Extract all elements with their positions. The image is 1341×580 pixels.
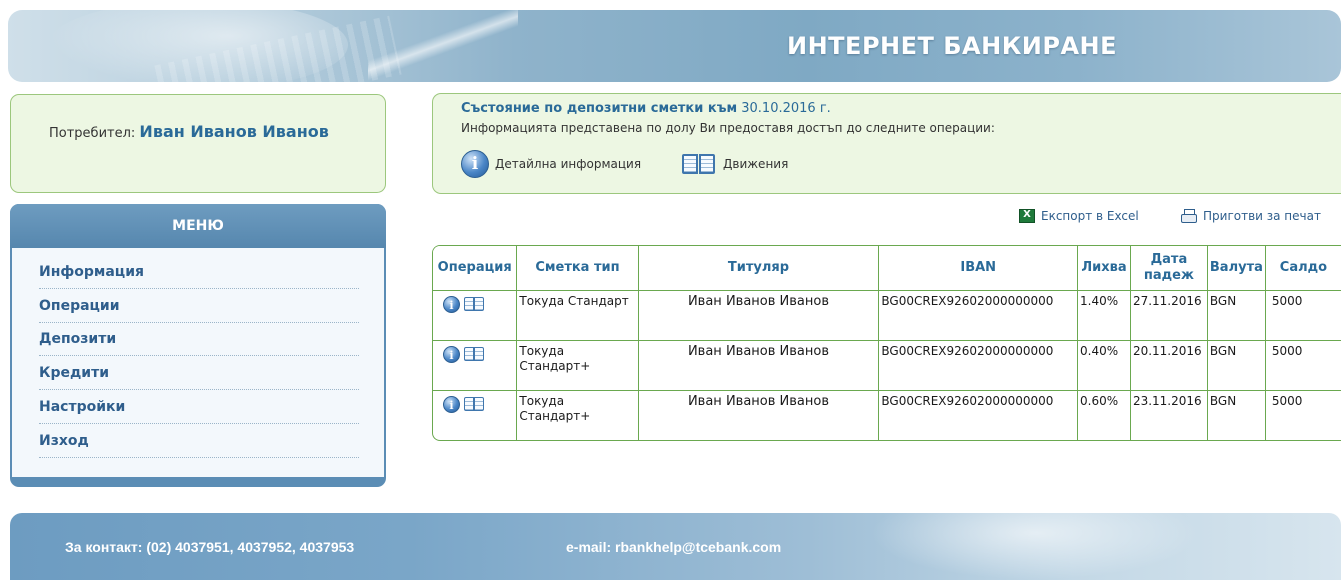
- col-header-interest: Лихва: [1077, 246, 1131, 291]
- banner-stripe-decoration: [368, 10, 518, 82]
- col-header-due-date: Дата падеж: [1130, 246, 1208, 291]
- excel-icon: [1019, 209, 1035, 223]
- iban-cell: BG00CREX92602000000000: [878, 290, 1079, 341]
- footer-contact: За контакт: (02) 4037951, 4037952, 40379…: [65, 539, 355, 555]
- balance-cell: 5000: [1265, 340, 1341, 391]
- book-icon[interactable]: [463, 296, 485, 312]
- col-header-currency: Валута: [1207, 246, 1266, 291]
- print-link[interactable]: Приготви за печат: [1181, 209, 1321, 223]
- holder-cell: Иван Иванов Иванов: [638, 390, 880, 440]
- user-panel: Потребител: Иван Иванов Иванов: [10, 94, 386, 193]
- due-date-cell: 27.11.2016: [1130, 290, 1208, 341]
- iban-cell: BG00CREX92602000000000: [878, 340, 1079, 391]
- table-row: Токуда Стандарт Иван Иванов Иванов BG00C…: [433, 290, 1341, 341]
- header-banner: ИНТЕРНЕТ БАНКИРАНЕ: [8, 10, 1341, 82]
- col-header-iban: IBAN: [878, 246, 1079, 291]
- movements-link[interactable]: Движения: [681, 148, 788, 180]
- deposit-status-date: 30.10.2016 г.: [741, 101, 831, 116]
- deposit-status-heading: Състояние по депозитни сметки към 30.10.…: [461, 101, 831, 116]
- table-row: Токуда Стандарт+ Иван Иванов Иванов BG00…: [433, 390, 1341, 440]
- book-icon[interactable]: [463, 396, 485, 412]
- deposit-status-prefix: Състояние по депозитни сметки към: [461, 101, 738, 116]
- export-excel-label: Експорт в Excel: [1041, 209, 1139, 223]
- menu-title: МЕНЮ: [10, 204, 386, 248]
- due-date-cell: 20.11.2016: [1130, 340, 1208, 391]
- sidebar-menu: МЕНЮ Информация Операции Депозити Кредит…: [10, 204, 386, 487]
- info-icon[interactable]: [443, 345, 460, 363]
- account-type-cell: Токуда Стандарт+: [516, 340, 639, 391]
- col-header-holder: Титуляр: [638, 246, 880, 291]
- page-title: ИНТЕРНЕТ БАНКИРАНЕ: [787, 32, 1118, 60]
- printer-icon: [1181, 209, 1197, 223]
- row-operations: [433, 340, 518, 391]
- table-header-row: Операция Сметка тип Титуляр IBAN Лихва Д…: [433, 246, 1341, 291]
- info-icon[interactable]: [443, 295, 460, 313]
- currency-cell: BGN: [1207, 390, 1266, 440]
- currency-cell: BGN: [1207, 340, 1266, 391]
- menu-item-operations[interactable]: Операции: [39, 291, 359, 323]
- deposit-status-panel: Състояние по депозитни сметки към 30.10.…: [432, 93, 1341, 194]
- footer-bar: За контакт: (02) 4037951, 4037952, 40379…: [10, 513, 1341, 580]
- account-type-cell: Токуда Стандарт+: [516, 390, 639, 440]
- user-label: Потребител:: [49, 126, 136, 141]
- table-row: Токуда Стандарт+ Иван Иванов Иванов BG00…: [433, 340, 1341, 391]
- deposits-table: Операция Сметка тип Титуляр IBAN Лихва Д…: [432, 245, 1341, 441]
- footer-email[interactable]: e-mail: rbankhelp@tcebank.com: [566, 539, 781, 555]
- row-operations: [433, 390, 518, 440]
- col-header-account-type: Сметка тип: [516, 246, 639, 291]
- interest-cell: 1.40%: [1077, 290, 1131, 341]
- interest-cell: 0.60%: [1077, 390, 1131, 440]
- menu-item-credits[interactable]: Кредити: [39, 358, 359, 390]
- row-operations: [433, 290, 518, 341]
- user-name: Иван Иванов Иванов: [139, 122, 329, 141]
- menu-item-settings[interactable]: Настройки: [39, 392, 359, 424]
- balance-cell: 5000: [1265, 290, 1341, 341]
- balance-cell: 5000: [1271, 393, 1303, 408]
- iban-cell: BG00CREX92602000000000: [878, 390, 1079, 440]
- menu-item-information[interactable]: Информация: [39, 257, 359, 289]
- export-excel-link[interactable]: Експорт в Excel: [1019, 209, 1139, 223]
- col-header-operation: Операция: [433, 246, 518, 291]
- info-icon[interactable]: [443, 395, 460, 413]
- footer-decoration: [870, 513, 1200, 580]
- print-label: Приготви за печат: [1203, 209, 1321, 223]
- holder-cell: Иван Иванов Иванов: [638, 340, 880, 391]
- due-date-cell: 23.11.2016: [1130, 390, 1208, 440]
- deposit-description: Информацията представена по долу Ви пред…: [461, 121, 995, 135]
- menu-item-deposits[interactable]: Депозити: [39, 324, 359, 356]
- info-icon: [461, 150, 489, 178]
- currency-cell: BGN: [1207, 290, 1266, 341]
- movements-label: Движения: [723, 157, 789, 171]
- holder-cell: Иван Иванов Иванов: [638, 290, 880, 341]
- detailed-info-label: Детайлна информация: [495, 157, 642, 171]
- menu-item-exit[interactable]: Изход: [39, 426, 359, 458]
- user-label-row: Потребител: Иван Иванов Иванов: [49, 122, 329, 141]
- book-icon: [681, 152, 717, 176]
- detailed-info-link[interactable]: Детайлна информация: [461, 148, 641, 180]
- account-type-cell: Токуда Стандарт: [516, 290, 639, 341]
- book-icon[interactable]: [463, 346, 485, 362]
- col-header-balance: Салдо: [1265, 246, 1341, 291]
- menu-list: Информация Операции Депозити Кредити Нас…: [12, 248, 384, 477]
- interest-cell: 0.40%: [1077, 340, 1131, 391]
